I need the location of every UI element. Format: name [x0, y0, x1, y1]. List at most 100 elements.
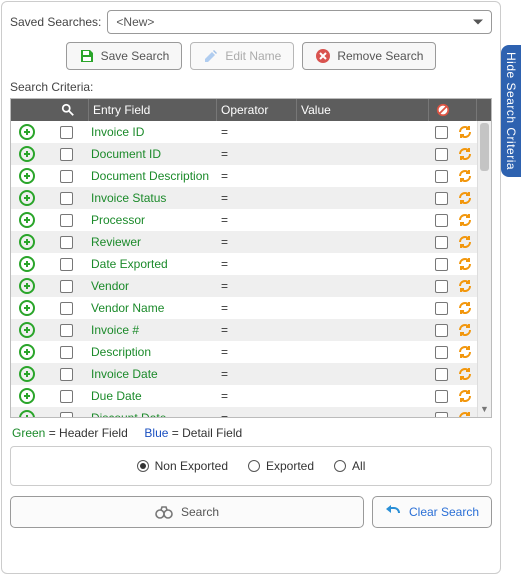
row-disable-checkbox[interactable] — [429, 280, 453, 293]
add-row-button[interactable] — [11, 366, 43, 382]
saved-searches-dropdown[interactable]: <New> — [107, 10, 492, 34]
add-row-button[interactable] — [11, 322, 43, 338]
operator-cell[interactable]: = — [217, 191, 297, 205]
row-include-checkbox[interactable] — [43, 214, 89, 227]
clear-search-button[interactable]: Clear Search — [372, 496, 492, 528]
radio-non-exported[interactable]: Non Exported — [137, 459, 228, 473]
entry-field-cell[interactable]: Vendor Name — [89, 301, 217, 315]
row-disable-checkbox[interactable] — [429, 236, 453, 249]
operator-cell[interactable]: = — [217, 367, 297, 381]
row-refresh-button[interactable] — [453, 410, 477, 417]
row-refresh-button[interactable] — [453, 388, 477, 404]
row-include-checkbox[interactable] — [43, 346, 89, 359]
entry-field-cell[interactable]: Reviewer — [89, 235, 217, 249]
row-disable-checkbox[interactable] — [429, 368, 453, 381]
entry-field-cell[interactable]: Invoice Status — [89, 191, 217, 205]
remove-search-button[interactable]: Remove Search — [302, 42, 436, 70]
row-include-checkbox[interactable] — [43, 280, 89, 293]
row-refresh-button[interactable] — [453, 256, 477, 272]
operator-cell[interactable]: = — [217, 279, 297, 293]
add-row-button[interactable] — [11, 234, 43, 250]
row-refresh-button[interactable] — [453, 366, 477, 382]
operator-header[interactable]: Operator — [217, 99, 297, 121]
add-row-button[interactable] — [11, 168, 43, 184]
hide-search-criteria-tab[interactable]: Hide Search Criteria — [501, 45, 521, 177]
entry-field-cell[interactable]: Invoice # — [89, 323, 217, 337]
row-disable-checkbox[interactable] — [429, 412, 453, 418]
entry-field-cell[interactable]: Date Exported — [89, 257, 217, 271]
row-disable-checkbox[interactable] — [429, 126, 453, 139]
row-include-checkbox[interactable] — [43, 126, 89, 139]
operator-cell[interactable]: = — [217, 301, 297, 315]
entry-field-cell[interactable]: Description — [89, 345, 217, 359]
radio-all[interactable]: All — [334, 459, 365, 473]
row-refresh-button[interactable] — [453, 146, 477, 162]
operator-cell[interactable]: = — [217, 345, 297, 359]
row-disable-checkbox[interactable] — [429, 192, 453, 205]
row-disable-checkbox[interactable] — [429, 214, 453, 227]
operator-cell[interactable]: = — [217, 147, 297, 161]
add-row-button[interactable] — [11, 190, 43, 206]
row-disable-checkbox[interactable] — [429, 346, 453, 359]
operator-cell[interactable]: = — [217, 125, 297, 139]
add-row-button[interactable] — [11, 146, 43, 162]
operator-cell[interactable]: = — [217, 169, 297, 183]
search-button[interactable]: Search — [10, 496, 364, 528]
add-row-button[interactable] — [11, 256, 43, 272]
row-include-checkbox[interactable] — [43, 148, 89, 161]
row-include-checkbox[interactable] — [43, 236, 89, 249]
disabled-column-header[interactable] — [429, 99, 453, 121]
operator-cell[interactable]: = — [217, 411, 297, 417]
row-refresh-button[interactable] — [453, 300, 477, 316]
row-include-checkbox[interactable] — [43, 258, 89, 271]
operator-cell[interactable]: = — [217, 257, 297, 271]
entry-field-cell[interactable]: Invoice Date — [89, 367, 217, 381]
entry-field-cell[interactable]: Document ID — [89, 147, 217, 161]
operator-cell[interactable]: = — [217, 235, 297, 249]
row-refresh-button[interactable] — [453, 212, 477, 228]
row-disable-checkbox[interactable] — [429, 390, 453, 403]
operator-cell[interactable]: = — [217, 389, 297, 403]
add-row-button[interactable] — [11, 124, 43, 140]
row-include-checkbox[interactable] — [43, 324, 89, 337]
entry-field-cell[interactable]: Processor — [89, 213, 217, 227]
add-row-button[interactable] — [11, 410, 43, 417]
row-include-checkbox[interactable] — [43, 192, 89, 205]
row-include-checkbox[interactable] — [43, 412, 89, 418]
row-disable-checkbox[interactable] — [429, 148, 453, 161]
row-include-checkbox[interactable] — [43, 368, 89, 381]
row-refresh-button[interactable] — [453, 124, 477, 140]
row-include-checkbox[interactable] — [43, 170, 89, 183]
add-row-button[interactable] — [11, 388, 43, 404]
row-disable-checkbox[interactable] — [429, 302, 453, 315]
scroll-down-icon[interactable]: ▼ — [480, 403, 489, 415]
add-row-button[interactable] — [11, 300, 43, 316]
entry-field-cell[interactable]: Invoice ID — [89, 125, 217, 139]
entry-field-cell[interactable]: Document Description — [89, 169, 217, 183]
entry-field-cell[interactable]: Due Date — [89, 389, 217, 403]
add-row-button[interactable] — [11, 278, 43, 294]
operator-cell[interactable]: = — [217, 213, 297, 227]
operator-cell[interactable]: = — [217, 323, 297, 337]
value-header[interactable]: Value — [297, 99, 429, 121]
row-disable-checkbox[interactable] — [429, 324, 453, 337]
add-row-button[interactable] — [11, 212, 43, 228]
entry-field-cell[interactable]: Discount Date — [89, 411, 217, 417]
edit-name-button[interactable]: Edit Name — [190, 42, 294, 70]
row-refresh-button[interactable] — [453, 234, 477, 250]
save-search-button[interactable]: Save Search — [66, 42, 183, 70]
row-refresh-button[interactable] — [453, 278, 477, 294]
row-refresh-button[interactable] — [453, 344, 477, 360]
add-row-button[interactable] — [11, 344, 43, 360]
row-disable-checkbox[interactable] — [429, 170, 453, 183]
scroll-thumb[interactable] — [480, 123, 489, 171]
row-include-checkbox[interactable] — [43, 390, 89, 403]
row-refresh-button[interactable] — [453, 190, 477, 206]
search-column-header[interactable] — [43, 99, 89, 121]
radio-exported[interactable]: Exported — [248, 459, 314, 473]
row-disable-checkbox[interactable] — [429, 258, 453, 271]
row-include-checkbox[interactable] — [43, 302, 89, 315]
entry-field-header[interactable]: Entry Field — [89, 99, 217, 121]
entry-field-cell[interactable]: Vendor — [89, 279, 217, 293]
row-refresh-button[interactable] — [453, 168, 477, 184]
